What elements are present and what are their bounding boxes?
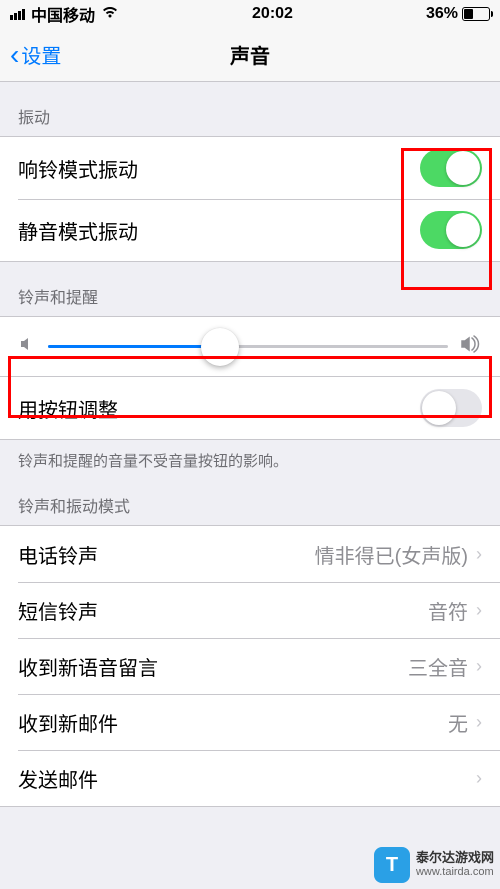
page-title: 声音 [0,40,500,69]
text-tone-cell[interactable]: 短信铃声 音符 › [0,582,500,638]
button-adjust-toggle[interactable] [420,389,482,427]
chevron-right-icon: › [476,768,482,789]
ringer-footer: 铃声和提醒的音量不受音量按钮的影响。 [0,440,500,479]
sent-mail-cell[interactable]: 发送邮件 › [0,750,500,806]
patterns-group: 电话铃声 情非得已(女声版) › 短信铃声 音符 › 收到新语音留言 三全音 › 收到… [0,525,500,807]
watermark-logo-icon: T [374,847,410,883]
back-button[interactable]: ‹ 设置 [10,40,61,69]
cell-label: 收到新语音留言 [18,652,158,681]
battery-pct: 36% [426,5,458,23]
section-header-patterns: 铃声和振动模式 [0,479,500,525]
volume-low-icon [18,335,36,358]
button-adjust-cell: 用按钮调整 [0,377,500,439]
back-label: 设置 [21,40,61,69]
ringtone-cell[interactable]: 电话铃声 情非得已(女声版) › [0,526,500,582]
chevron-left-icon: ‹ [10,41,19,69]
cell-value: 无 [448,708,468,737]
volume-slider[interactable] [48,345,448,348]
cell-label: 短信铃声 [18,596,98,625]
chevron-right-icon: › [476,600,482,621]
cell-value: 音符 [428,596,468,625]
chevron-right-icon: › [476,656,482,677]
signal-icon [10,9,25,20]
vibrate-group: 响铃模式振动 静音模式振动 [0,136,500,262]
volume-slider-cell [0,316,500,377]
watermark: T 泰尔达游戏网 www.tairda.com [374,847,494,883]
status-time: 20:02 [252,5,293,23]
status-bar: 中国移动 20:02 36% [0,0,500,28]
volume-high-icon [460,335,482,358]
carrier-label: 中国移动 [31,2,95,26]
cell-label: 电话铃声 [18,540,98,569]
watermark-title: 泰尔达游戏网 [416,851,494,866]
section-header-ringer: 铃声和提醒 [0,262,500,316]
silent-vibrate-label: 静音模式振动 [18,216,138,245]
section-header-vibrate: 振动 [0,82,500,136]
chevron-right-icon: › [476,712,482,733]
cell-value: 情非得已(女声版) [315,540,468,569]
watermark-url: www.tairda.com [416,866,494,879]
ring-vibrate-toggle[interactable] [420,149,482,187]
cell-label: 收到新邮件 [18,708,118,737]
voicemail-cell[interactable]: 收到新语音留言 三全音 › [0,638,500,694]
cell-value: 三全音 [408,652,468,681]
silent-vibrate-cell: 静音模式振动 [0,199,500,261]
wifi-icon [101,5,119,24]
ring-vibrate-cell: 响铃模式振动 [0,137,500,199]
battery-icon [462,7,490,21]
ring-vibrate-label: 响铃模式振动 [18,154,138,183]
cell-label: 发送邮件 [18,764,98,793]
nav-bar: ‹ 设置 声音 [0,28,500,82]
button-adjust-label: 用按钮调整 [18,394,118,423]
silent-vibrate-toggle[interactable] [420,211,482,249]
chevron-right-icon: › [476,544,482,565]
new-mail-cell[interactable]: 收到新邮件 无 › [0,694,500,750]
